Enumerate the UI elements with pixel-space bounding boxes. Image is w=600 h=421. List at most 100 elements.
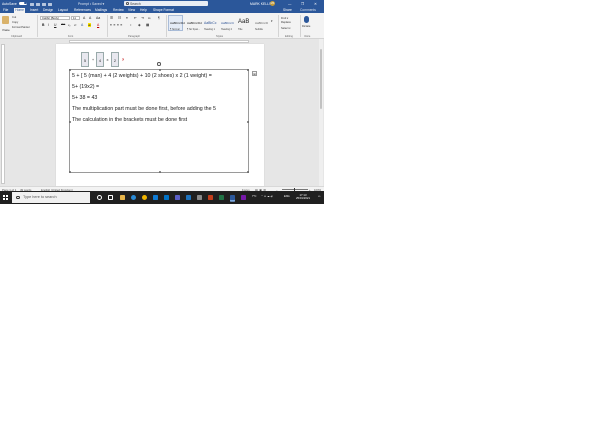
style-no-spacing[interactable]: AaBbCcDd ¶ No Spac... bbox=[185, 15, 202, 31]
shading-icon[interactable]: ◈ bbox=[138, 23, 141, 27]
change-case-icon[interactable]: Aa bbox=[96, 16, 100, 20]
teams-icon[interactable] bbox=[175, 194, 180, 200]
style-heading-2[interactable]: AaBbCcC Heading 2 bbox=[219, 15, 234, 31]
layout-options-icon[interactable]: ⊞ bbox=[252, 71, 257, 76]
resize-handle[interactable] bbox=[159, 68, 161, 71]
highlight-button[interactable]: ab bbox=[88, 23, 92, 27]
vertical-ruler[interactable] bbox=[1, 44, 5, 184]
equation-image[interactable]: 5 bbox=[81, 52, 89, 67]
powerpoint-icon[interactable] bbox=[208, 194, 213, 200]
superscript-button[interactable]: x² bbox=[74, 23, 76, 27]
resize-handle[interactable] bbox=[159, 171, 161, 174]
document-title[interactable]: Prompt • Saved ▾ bbox=[78, 2, 104, 6]
font-family-select[interactable]: Calibri (Body) bbox=[40, 16, 70, 20]
bullets-button[interactable]: ☰ bbox=[110, 16, 113, 20]
resize-handle[interactable] bbox=[247, 121, 250, 123]
text-line[interactable]: The calculation in the brackets must be … bbox=[72, 117, 187, 123]
rotate-handle-icon[interactable] bbox=[157, 62, 161, 66]
notifications-icon[interactable]: ▭ bbox=[318, 195, 320, 198]
line-spacing-icon[interactable]: ↕ bbox=[130, 23, 132, 27]
multilevel-list-button[interactable]: ≡ bbox=[126, 16, 128, 20]
outlook-icon[interactable] bbox=[186, 194, 191, 200]
save-icon[interactable] bbox=[30, 2, 34, 6]
excel-icon[interactable] bbox=[219, 194, 224, 200]
subscript-button[interactable]: x₂ bbox=[68, 23, 70, 27]
edge-icon[interactable] bbox=[131, 194, 136, 200]
select-button[interactable]: Select ▾ bbox=[281, 26, 291, 30]
tab-mailings[interactable]: Mailings bbox=[95, 8, 107, 12]
tab-help[interactable]: Help bbox=[140, 8, 147, 12]
format-painter-button[interactable]: Format Painter bbox=[12, 26, 30, 29]
borders-icon[interactable]: ▦ bbox=[146, 23, 149, 27]
text-effects-button[interactable]: A bbox=[81, 23, 83, 27]
equation-image[interactable]: 2 bbox=[111, 52, 119, 67]
replace-button[interactable]: Replace bbox=[281, 21, 291, 24]
tab-layout[interactable]: Layout bbox=[58, 8, 68, 12]
undo-icon[interactable] bbox=[36, 2, 40, 6]
shrink-font-icon[interactable]: A bbox=[89, 16, 91, 20]
equation-image[interactable]: x bbox=[105, 52, 110, 67]
avatar[interactable]: MK bbox=[270, 1, 275, 7]
resize-handle[interactable] bbox=[247, 171, 250, 174]
paste-button[interactable]: Paste bbox=[2, 15, 10, 32]
tab-view[interactable]: View bbox=[128, 8, 135, 12]
styles-more-icon[interactable]: ▾ bbox=[271, 19, 273, 23]
comments-button[interactable]: Comments bbox=[300, 8, 316, 12]
autosave-toggle[interactable] bbox=[19, 1, 27, 5]
resize-handle[interactable] bbox=[68, 121, 71, 123]
align-buttons[interactable]: ≡≡≡≡ bbox=[110, 23, 124, 27]
language-indicator[interactable]: ENG bbox=[284, 195, 290, 198]
sort-button[interactable]: A↓ bbox=[148, 16, 151, 20]
underline-button[interactable]: U bbox=[54, 23, 56, 27]
font-color-button[interactable]: A bbox=[97, 23, 99, 27]
tab-review[interactable]: Review bbox=[113, 8, 124, 12]
windows-start-icon[interactable] bbox=[3, 195, 8, 200]
microphone-icon[interactable] bbox=[304, 16, 309, 23]
find-button[interactable]: Find ▾ bbox=[281, 16, 288, 20]
question-mark-image[interactable]: ? bbox=[120, 52, 126, 67]
decrease-indent-button[interactable]: ⇤ bbox=[134, 16, 137, 20]
tab-design[interactable]: Design bbox=[43, 8, 53, 12]
resize-handle[interactable] bbox=[247, 68, 250, 71]
style-title[interactable]: AaB Title bbox=[236, 15, 251, 31]
store-icon[interactable] bbox=[153, 194, 158, 200]
resize-handle[interactable] bbox=[68, 171, 71, 174]
numbering-button[interactable]: ☷ bbox=[118, 16, 121, 20]
minimize-icon[interactable]: — bbox=[288, 2, 291, 6]
grow-font-icon[interactable]: A bbox=[83, 16, 85, 20]
equation-images[interactable]: 5 + 4 x 2 ? bbox=[81, 51, 127, 68]
weather-temp[interactable]: 7°C bbox=[252, 195, 256, 198]
taskbar-search[interactable]: Type here to search bbox=[12, 192, 90, 203]
tab-file[interactable]: File bbox=[3, 8, 8, 12]
show-marks-button[interactable]: ¶ bbox=[158, 16, 160, 20]
text-line[interactable]: 5 + [ 5 (man) + 4 (2 weights) + 10 (2 sh… bbox=[72, 73, 212, 79]
calculator-icon[interactable] bbox=[197, 194, 202, 200]
chrome-icon[interactable] bbox=[142, 194, 147, 200]
tray-icons[interactable]: ⌃ ▭ ☁ ◂) bbox=[261, 195, 273, 198]
close-icon[interactable]: ✕ bbox=[314, 2, 317, 6]
share-button[interactable]: Share bbox=[283, 8, 292, 12]
strikethrough-button[interactable]: abc bbox=[61, 23, 65, 26]
cortana-icon[interactable] bbox=[97, 194, 102, 200]
tab-insert[interactable]: Insert bbox=[30, 8, 38, 12]
style-heading-1[interactable]: AaBbCc Heading 1 bbox=[202, 15, 217, 31]
style-normal[interactable]: AaBbCcDd ¶ Normal bbox=[168, 15, 185, 31]
scroll-thumb[interactable] bbox=[319, 49, 323, 109]
taskbar-clock[interactable]: 17:13 25/01/2021 bbox=[296, 193, 310, 201]
cut-button[interactable]: Cut bbox=[12, 16, 16, 19]
file-explorer-icon[interactable] bbox=[120, 194, 125, 200]
word-icon[interactable] bbox=[230, 194, 235, 200]
redo-icon[interactable] bbox=[42, 2, 46, 6]
zoom-slider[interactable] bbox=[282, 188, 308, 191]
text-line[interactable]: 5+ 38 = 43 bbox=[72, 95, 97, 101]
resize-handle[interactable] bbox=[68, 68, 71, 71]
customize-qat-icon[interactable] bbox=[48, 2, 52, 6]
maximize-icon[interactable]: ❐ bbox=[301, 2, 304, 6]
horizontal-ruler[interactable] bbox=[69, 40, 249, 43]
bold-button[interactable]: B bbox=[42, 23, 44, 27]
copy-button[interactable]: Copy bbox=[12, 21, 18, 24]
tab-shape-format[interactable]: Shape Format bbox=[153, 8, 174, 12]
increase-indent-button[interactable]: ⇥ bbox=[141, 16, 144, 20]
equation-image[interactable]: 4 bbox=[96, 52, 104, 67]
task-view-icon[interactable] bbox=[108, 194, 113, 200]
